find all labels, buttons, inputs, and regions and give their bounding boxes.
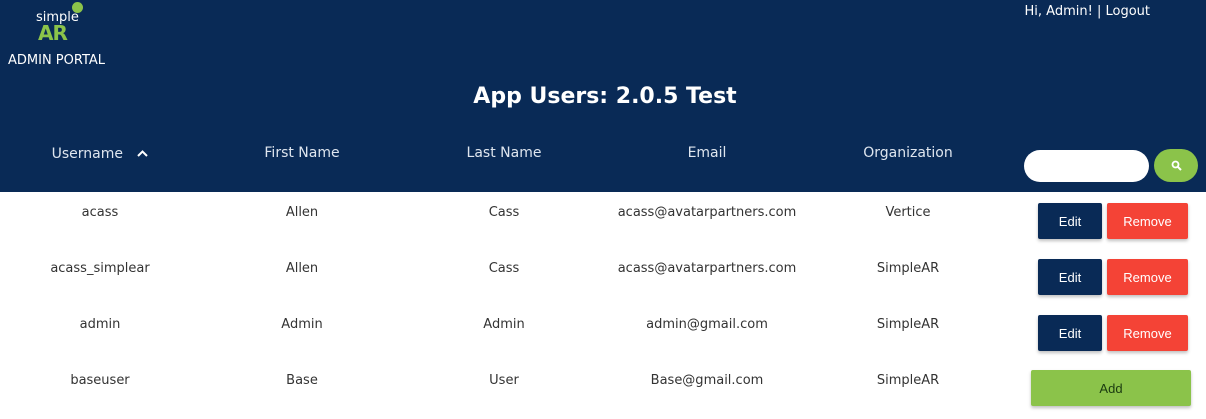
cell-username: acass <box>81 205 119 220</box>
cell-username: admin <box>79 317 121 332</box>
column-header-email[interactable]: Email <box>607 145 807 161</box>
column-header-organization[interactable]: Organization <box>808 145 1008 161</box>
search-input[interactable] <box>1024 150 1149 182</box>
edit-button[interactable]: Edit <box>1038 203 1102 239</box>
cell-organization: SimpleAR <box>876 317 940 332</box>
table-row: acass_simplear Allen Cass acass@avatarpa… <box>0 249 1206 305</box>
cell-email: acass@avatarpartners.com <box>617 261 797 276</box>
table-row: baseuser Base User Base@gmail.com Simple… <box>0 361 1206 417</box>
search-button[interactable] <box>1154 149 1198 182</box>
cell-username: baseuser <box>70 373 130 388</box>
page-title: App Users: 2.0.5 Test <box>473 84 737 109</box>
cell-last-name: User <box>489 373 519 388</box>
cell-username: acass_simplear <box>50 261 150 276</box>
cell-first-name: Allen <box>285 261 319 276</box>
logout-link[interactable]: Logout <box>1105 4 1150 19</box>
remove-button[interactable]: Remove <box>1107 203 1188 239</box>
greeting-link[interactable]: Hi, Admin! <box>1025 4 1093 19</box>
header: simple AR ADMIN PORTAL Hi, Admin! | Logo… <box>0 0 1206 192</box>
cell-organization: SimpleAR <box>876 261 940 276</box>
cell-email: Base@gmail.com <box>650 373 764 388</box>
column-header-first-name[interactable]: First Name <box>202 145 402 161</box>
remove-button[interactable]: Remove <box>1107 259 1188 295</box>
column-header-username[interactable]: Username <box>0 146 200 162</box>
cell-last-name: Cass <box>488 205 520 220</box>
link-separator: | <box>1096 4 1102 19</box>
cell-organization: Vertice <box>885 205 931 220</box>
add-user-button[interactable]: Add <box>1031 370 1191 406</box>
search-icon <box>1171 156 1182 175</box>
simplear-logo: simple AR <box>36 2 86 45</box>
logo-main-text: AR <box>38 21 68 45</box>
cell-email: acass@avatarpartners.com <box>617 205 797 220</box>
edit-button[interactable]: Edit <box>1038 259 1102 295</box>
cell-organization: SimpleAR <box>876 373 940 388</box>
chevron-up-icon[interactable] <box>137 146 149 160</box>
cell-email: admin@gmail.com <box>646 317 768 332</box>
cell-first-name: Admin <box>281 317 323 332</box>
remove-button[interactable]: Remove <box>1107 315 1188 351</box>
column-header-username-label: Username <box>51 146 123 162</box>
column-header-last-name[interactable]: Last Name <box>404 145 604 161</box>
user-links: Hi, Admin! | Logout <box>1025 4 1150 19</box>
portal-label: ADMIN PORTAL <box>8 53 106 68</box>
cell-first-name: Allen <box>285 205 319 220</box>
cell-last-name: Cass <box>488 261 520 276</box>
table-row: acass Allen Cass acass@avatarpartners.co… <box>0 193 1206 249</box>
logo-badge-icon <box>72 2 83 13</box>
table-row: admin Admin Admin admin@gmail.com Simple… <box>0 305 1206 361</box>
cell-first-name: Base <box>286 373 318 388</box>
cell-last-name: Admin <box>483 317 525 332</box>
edit-button[interactable]: Edit <box>1038 315 1102 351</box>
